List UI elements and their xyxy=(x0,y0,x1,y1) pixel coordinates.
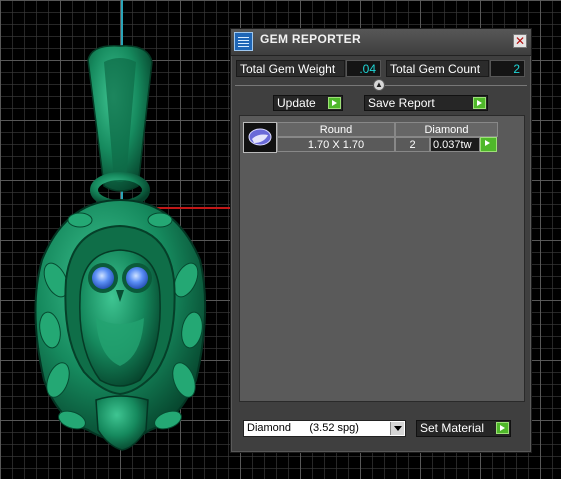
gem-shape-icon xyxy=(243,122,277,153)
set-material-button-label: Set Material xyxy=(420,421,485,435)
chevron-down-icon[interactable] xyxy=(390,422,404,435)
play-arrow-icon xyxy=(473,97,486,109)
gem-right-eye xyxy=(126,267,148,289)
gem-results-list: Round Diamond 1.70 X 1.70 2 0.037tw xyxy=(239,115,525,402)
close-icon[interactable]: ✕ xyxy=(513,34,527,48)
update-button-label: Update xyxy=(277,96,316,110)
update-button[interactable]: Update xyxy=(273,95,343,111)
gem-size-cell: 1.70 X 1.70 xyxy=(277,137,395,152)
gem-left-eye xyxy=(92,267,114,289)
gem-weight-cell: 0.037tw xyxy=(430,137,480,152)
panel-titlebar[interactable]: GEM REPORTER ✕ xyxy=(231,29,531,56)
gem-shape-header: Round xyxy=(277,122,395,137)
play-arrow-icon xyxy=(496,422,509,434)
total-gem-count-value: 2 xyxy=(490,60,525,77)
play-arrow-icon xyxy=(482,138,495,150)
gem-row-play-button[interactable] xyxy=(480,137,497,152)
material-select[interactable]: Diamond (3.52 spg) xyxy=(243,420,406,437)
total-gem-weight-value: .04 xyxy=(346,60,381,77)
total-gem-weight-label: Total Gem Weight xyxy=(236,60,345,77)
panel-title: GEM REPORTER xyxy=(260,32,361,46)
total-gem-count-label: Total Gem Count xyxy=(386,60,489,77)
play-arrow-icon xyxy=(328,97,341,109)
gem-count-cell: 2 xyxy=(395,137,430,152)
gem-reporter-panel: GEM REPORTER ✕ Total Gem Weight .04 Tota… xyxy=(230,28,532,453)
save-report-button[interactable]: Save Report xyxy=(364,95,488,111)
set-material-button[interactable]: Set Material xyxy=(416,420,511,437)
material-select-value: Diamond (3.52 spg) xyxy=(247,422,359,434)
collapse-arrow-icon[interactable]: ▲ xyxy=(373,79,385,91)
save-report-button-label: Save Report xyxy=(368,96,435,110)
gem-reporter-app-icon xyxy=(234,32,253,51)
gem-material-header: Diamond xyxy=(395,122,498,137)
